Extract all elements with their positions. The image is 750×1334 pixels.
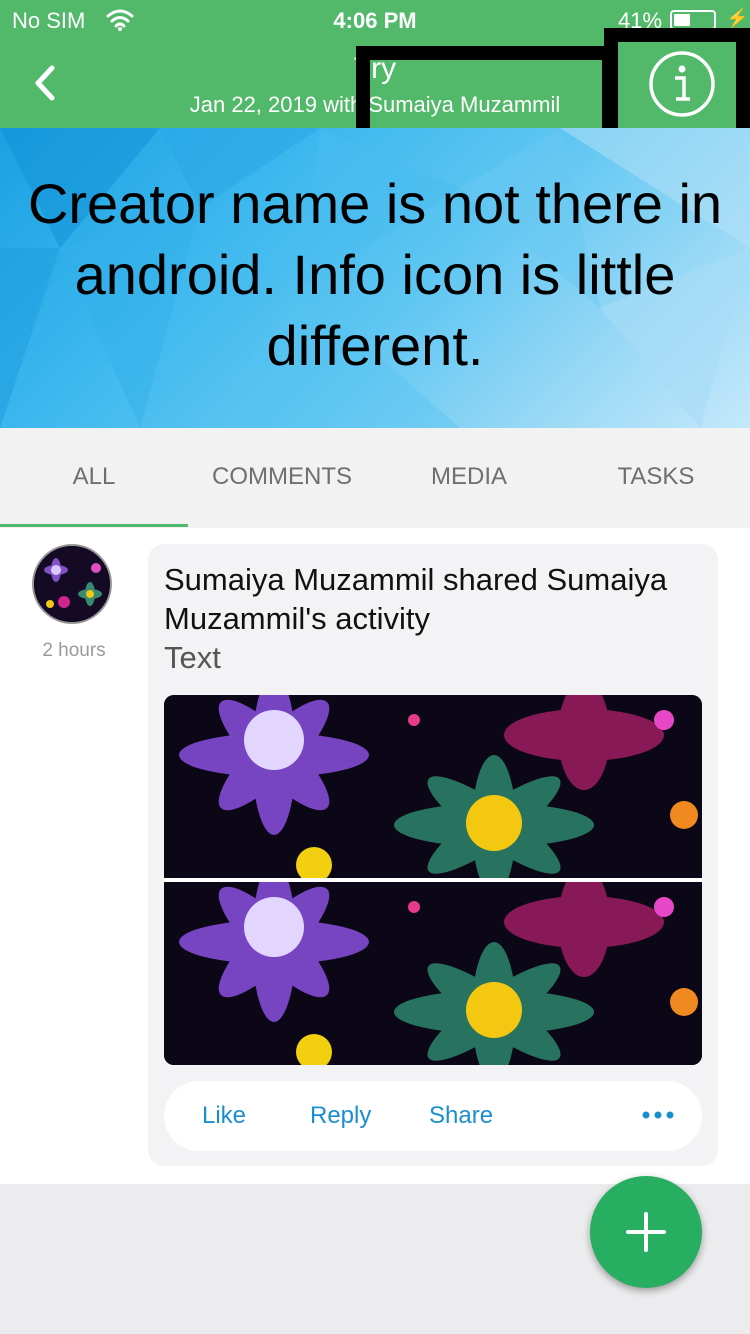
flower-image	[164, 695, 702, 878]
tab-bar: ALL COMMENTS MEDIA TASKS	[0, 428, 750, 528]
post-title: Sumaiya Muzammil shared Sumaiya Muzammil…	[164, 562, 668, 636]
add-button[interactable]	[590, 1176, 702, 1288]
avatar[interactable]	[32, 544, 112, 624]
flower-image	[164, 882, 702, 1065]
post-timestamp: 2 hours	[42, 640, 106, 661]
tab-media[interactable]: MEDIA	[375, 428, 563, 528]
post-type: Text	[164, 640, 221, 675]
more-icon[interactable]	[640, 1103, 676, 1127]
post-media[interactable]	[164, 695, 702, 1065]
charging-icon: ⚡	[726, 8, 749, 28]
plus-icon	[626, 1212, 666, 1252]
share-button[interactable]: Share	[429, 1081, 493, 1151]
battery-icon	[670, 10, 716, 30]
tab-all[interactable]: ALL	[0, 428, 188, 528]
cover-banner: Creator name is not there in android. In…	[0, 128, 750, 428]
post-actions: Like Reply Share	[164, 1081, 702, 1151]
activity-feed: 2 hours Sumaiya Muzammil shared Sumaiya …	[0, 528, 750, 1184]
like-button[interactable]: Like	[202, 1081, 246, 1151]
active-tab-indicator	[0, 524, 188, 527]
reply-button[interactable]: Reply	[310, 1081, 371, 1151]
post-card: Sumaiya Muzammil shared Sumaiya Muzammil…	[148, 544, 718, 1166]
annotation-text: Creator name is not there in android. In…	[27, 172, 723, 377]
tab-comments[interactable]: COMMENTS	[188, 428, 376, 528]
tab-tasks[interactable]: TASKS	[562, 428, 750, 528]
